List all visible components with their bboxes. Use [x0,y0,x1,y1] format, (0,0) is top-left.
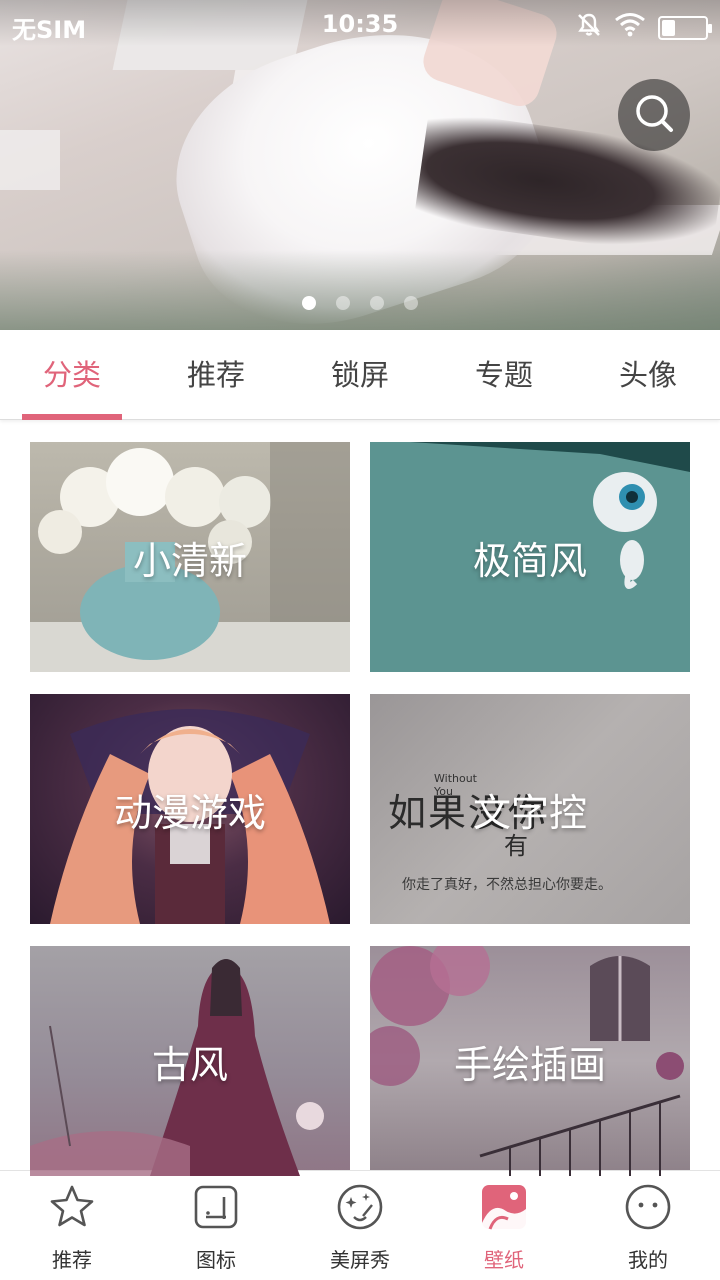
category-label: 文字控 [472,790,587,835]
status-bar: 无SIM 10:35 [0,0,720,50]
carousel-dot[interactable] [370,296,384,310]
active-tab-indicator [22,414,122,420]
battery-icon [658,16,712,40]
search-button[interactable] [618,79,690,151]
carousel-indicator [0,296,720,310]
nav-item-recommend[interactable]: 推荐 [0,1171,144,1280]
nav-item-mine[interactable]: 我的 [576,1171,720,1280]
icon-grid-icon [192,1183,240,1231]
bottom-navigation: 推荐 图标 美屏秀 壁纸 我的 [0,1170,720,1280]
category-card-ancient-style[interactable]: 古风 [30,946,350,1176]
tab-topics[interactable]: 专题 [432,330,576,420]
star-icon [48,1183,96,1231]
wifi-icon [614,12,646,44]
category-label: 极简风 [472,538,587,583]
nav-label: 图标 [196,1248,236,1272]
muted-bell-icon [576,12,602,44]
category-tab-bar: 分类 推荐 锁屏 专题 头像 [0,330,720,420]
category-card-fresh[interactable]: 小清新 [30,442,350,672]
category-label: 动漫游戏 [113,790,266,835]
carousel-dot[interactable] [404,296,418,310]
image-text-english: Without You [434,772,477,798]
tab-lockscreen[interactable]: 锁屏 [288,330,432,420]
wallpaper-icon [480,1183,528,1231]
tab-avatar[interactable]: 头像 [576,330,720,420]
category-card-text[interactable]: 如果没你 Without You 有 你走了真好，不然总担心你要走。 文字控 [370,694,690,924]
status-icons [576,12,712,44]
carousel-dot[interactable] [336,296,350,310]
nav-item-wallpaper[interactable]: 壁纸 [432,1171,576,1280]
battery-level-fill [662,20,675,36]
category-label: 小清新 [132,538,247,583]
search-icon [632,91,676,139]
category-card-anime-games[interactable]: 动漫游戏 [30,694,350,924]
nav-label: 推荐 [52,1248,92,1272]
carousel-dot-active[interactable] [302,296,316,310]
category-label: 古风 [151,1042,228,1087]
category-card-minimal[interactable]: 极简风 [370,442,690,672]
tab-classify[interactable]: 分类 [0,330,144,420]
sparkle-face-icon [336,1183,384,1231]
image-text-caption: 你走了真好，不然总担心你要走。 [402,877,612,893]
tab-recommend[interactable]: 推荐 [144,330,288,420]
banner-carousel[interactable]: 无SIM 10:35 [0,0,720,330]
smiley-icon [624,1183,672,1231]
nav-label: 壁纸 [484,1248,524,1272]
nav-item-icons[interactable]: 图标 [144,1171,288,1280]
nav-label: 我的 [628,1248,668,1272]
nav-item-beauty-show[interactable]: 美屏秀 [288,1171,432,1280]
category-label: 手绘插画 [453,1042,606,1087]
nav-label: 美屏秀 [330,1248,390,1272]
category-card-hand-drawn[interactable]: 手绘插画 [370,946,690,1176]
